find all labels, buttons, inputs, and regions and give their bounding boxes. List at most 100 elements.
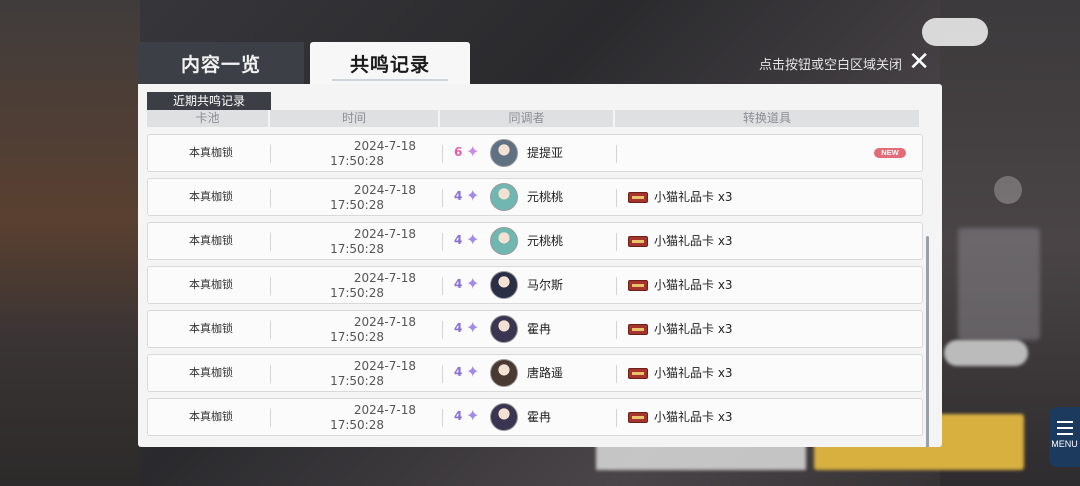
rarity-star-icon: ✦ <box>466 318 480 337</box>
divider <box>442 409 443 427</box>
avatar <box>490 139 518 167</box>
table-row: 本真枷锁 2024-7-18 17:50:28 4 ✦ 元桃桃 小猫礼品卡 x3 <box>147 178 923 216</box>
table-row: 本真枷锁 2024-7-18 17:50:28 4 ✦ 马尔斯 小猫礼品卡 x3 <box>147 266 923 304</box>
character-name: 元桃桃 <box>527 234 564 248</box>
pull-time: 2024-7-18 17:50:28 <box>276 271 444 301</box>
tab-content-overview[interactable]: 内容一览 <box>138 42 304 84</box>
rarity-star-icon: ✦ <box>466 142 480 161</box>
rarity-star-icon: ✦ <box>466 230 480 249</box>
divider <box>616 365 617 383</box>
pull-time: 2024-7-18 17:50:28 <box>276 183 444 213</box>
divider <box>616 321 617 339</box>
rarity-number: 4 <box>454 189 463 203</box>
pull-clock: 17:50:28 <box>330 418 384 432</box>
divider <box>616 145 617 163</box>
rarity-star-icon: ✦ <box>466 186 480 205</box>
column-header-pool: 卡池 <box>147 110 268 127</box>
pull-clock: 17:50:28 <box>330 154 384 168</box>
gift-card-icon <box>628 368 648 379</box>
gacha-record-dialog: 内容一览 共鸣记录 点击按钮或空白区域关闭 ✕ 近期共鸣记录 卡池 时间 同调者… <box>138 42 942 447</box>
divider <box>616 409 617 427</box>
avatar <box>490 359 518 387</box>
pull-date: 2024-7-18 <box>353 359 416 373</box>
table-row: 本真枷锁 2024-7-18 17:50:28 4 ✦ 唐路遥 小猫礼品卡 x3 <box>147 354 923 392</box>
table-row: 本真枷锁 2024-7-18 17:50:28 4 ✦ 元桃桃 小猫礼品卡 x3 <box>147 222 923 260</box>
converted-item: 小猫礼品卡 x3 <box>654 278 733 292</box>
record-panel: 近期共鸣记录 卡池 时间 同调者 转换道具 本真枷锁 2024-7-18 17:… <box>138 84 942 447</box>
character-name: 霍冉 <box>527 410 552 424</box>
gift-card-icon <box>628 412 648 423</box>
divider <box>270 145 271 163</box>
pull-time: 2024-7-18 17:50:28 <box>276 359 444 389</box>
rarity-star-icon: ✦ <box>466 406 480 425</box>
table-row: 本真枷锁 2024-7-18 17:50:28 4 ✦ 霍冉 小猫礼品卡 x3 <box>147 310 923 348</box>
pull-clock: 17:50:28 <box>330 286 384 300</box>
converted-item: 小猫礼品卡 x3 <box>654 190 733 204</box>
rarity-star-icon: ✦ <box>466 274 480 293</box>
pull-date: 2024-7-18 <box>353 139 416 153</box>
close-icon[interactable]: ✕ <box>908 48 930 76</box>
converted-item: 小猫礼品卡 x3 <box>654 410 733 424</box>
pull-time: 2024-7-18 17:50:28 <box>276 227 444 257</box>
pool-name: 本真枷锁 <box>189 366 233 379</box>
column-header-time: 时间 <box>270 110 438 127</box>
character-name: 马尔斯 <box>527 278 564 292</box>
gift-card-icon <box>628 236 648 247</box>
pull-clock: 17:50:28 <box>330 242 384 256</box>
close-hint: 点击按钮或空白区域关闭 <box>758 58 902 73</box>
table-row: 本真枷锁 2024-7-18 17:50:28 4 ✦ 霍冉 小猫礼品卡 x3 <box>147 398 923 436</box>
divider <box>616 233 617 251</box>
converted-item: 小猫礼品卡 x3 <box>654 366 733 380</box>
column-header-item: 转换道具 <box>615 110 919 127</box>
divider <box>616 277 617 295</box>
record-list[interactable]: 本真枷锁 2024-7-18 17:50:28 6 ✦ 提提亚 NEW 本真枷锁 <box>147 134 923 447</box>
pool-name: 本真枷锁 <box>189 410 233 423</box>
pool-name: 本真枷锁 <box>189 322 233 335</box>
pull-time: 2024-7-18 17:50:28 <box>276 403 444 433</box>
tab-resonance-record[interactable]: 共鸣记录 <box>310 42 470 84</box>
avatar <box>490 315 518 343</box>
divider <box>616 189 617 207</box>
pull-clock: 17:50:28 <box>330 330 384 344</box>
avatar <box>490 271 518 299</box>
pool-name: 本真枷锁 <box>189 234 233 247</box>
new-badge: NEW <box>874 148 906 158</box>
divider <box>442 189 443 207</box>
gift-card-icon <box>628 324 648 335</box>
character-name: 提提亚 <box>527 146 564 160</box>
gift-card-icon <box>628 280 648 291</box>
list-scrollbar[interactable] <box>926 236 929 447</box>
pull-date: 2024-7-18 <box>353 315 416 329</box>
rarity-number: 4 <box>454 277 463 291</box>
divider <box>442 321 443 339</box>
pull-date: 2024-7-18 <box>353 271 416 285</box>
divider <box>270 409 271 427</box>
pull-clock: 17:50:28 <box>330 198 384 212</box>
share-icon <box>994 176 1022 204</box>
pool-name: 本真枷锁 <box>189 190 233 203</box>
divider <box>442 233 443 251</box>
converted-item: 小猫礼品卡 x3 <box>654 234 733 248</box>
converted-item: 小猫礼品卡 x3 <box>654 322 733 336</box>
table-header: 卡池 时间 同调者 转换道具 <box>147 110 923 127</box>
divider <box>270 277 271 295</box>
divider <box>270 189 271 207</box>
pull-time: 2024-7-18 17:50:28 <box>276 139 444 169</box>
divider <box>442 277 443 295</box>
menu-button[interactable]: MENU <box>1049 407 1080 467</box>
pull-clock: 17:50:28 <box>330 374 384 388</box>
gift-card-icon <box>628 192 648 203</box>
rarity-number: 4 <box>454 233 463 247</box>
pool-name: 本真枷锁 <box>189 278 233 291</box>
pull-time: 2024-7-18 17:50:28 <box>276 315 444 345</box>
character-name: 元桃桃 <box>527 190 564 204</box>
rarity-number: 6 <box>454 145 463 159</box>
background-banner <box>958 228 1040 340</box>
pull-date: 2024-7-18 <box>353 183 416 197</box>
divider <box>270 233 271 251</box>
divider <box>270 321 271 339</box>
pull-date: 2024-7-18 <box>353 403 416 417</box>
rarity-number: 4 <box>454 321 463 335</box>
background-details-button <box>944 340 1028 366</box>
avatar <box>490 183 518 211</box>
